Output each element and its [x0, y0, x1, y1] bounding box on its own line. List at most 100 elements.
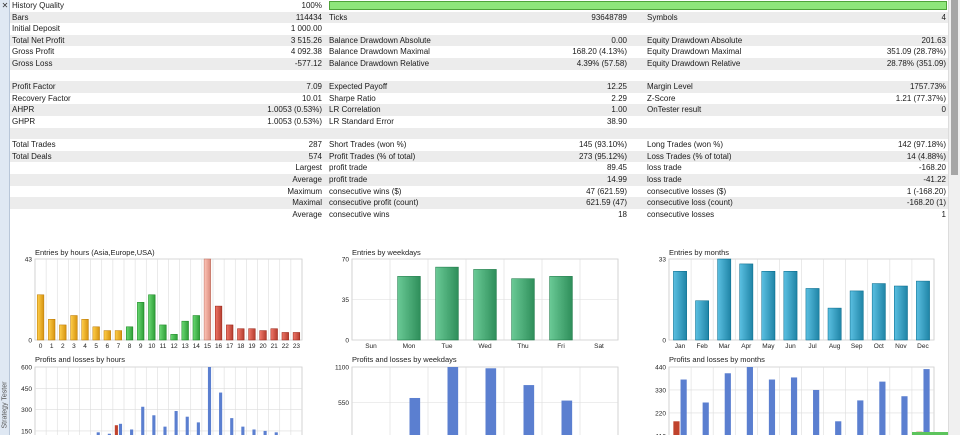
strategy-tester-label: Strategy Tester	[1, 381, 9, 429]
report-row: Total Trades 287 Short Trades (won %) 145 (…	[10, 139, 948, 151]
x-tick-label: Mon	[403, 343, 416, 350]
report-value-2	[480, 70, 627, 82]
x-tick-label: Apr	[741, 343, 752, 350]
loss-bar	[114, 425, 118, 435]
bar-3	[70, 315, 78, 341]
report-value-2: 0.00	[611, 35, 627, 45]
x-tick-label: Dec	[917, 343, 929, 350]
report-value-1: Maximum	[287, 186, 322, 196]
y-tick-label: 1100	[335, 365, 349, 372]
profit-bar	[252, 429, 256, 435]
report-value-2: 1.00	[611, 105, 627, 115]
bar-Feb	[695, 300, 709, 341]
chart-entries-by-weekdays: Entries by weekdays 0 35 70 Sun Mon Tue Wed Thu…	[326, 244, 622, 354]
report-label-1	[12, 209, 162, 221]
profit-bar	[118, 423, 123, 435]
close-icon[interactable]: ✕	[1, 2, 9, 10]
bar-May	[761, 271, 776, 341]
report-row: Maximal consecutive profit (count) 621.59 …	[10, 197, 948, 209]
profit-bar	[174, 411, 178, 435]
chart-profits-losses-by-months: Profits and losses by months 11022033044…	[642, 352, 938, 435]
bar-17	[226, 324, 234, 341]
report-label-3: loss trade	[647, 163, 682, 173]
report-label-3: Symbols	[647, 12, 678, 22]
bar-Tue	[435, 266, 459, 341]
report-row: Recovery Factor 10.01 Sharpe Ratio 2.29 Z-Sc…	[10, 93, 948, 105]
report-label-2: Balance Drawdown Absolute	[329, 35, 431, 45]
x-tick-label: Jun	[785, 343, 796, 350]
report-label-1	[12, 186, 162, 198]
bar-13	[181, 320, 189, 341]
bar-21	[270, 328, 278, 341]
chart-entries-by-hours: Entries by hours (Asia,Europe,USA) 0 43 0 1…	[10, 244, 306, 354]
y-tick-label: 33	[659, 257, 667, 264]
y-tick-label: 43	[25, 257, 33, 264]
chart-svg: 0430 1 2 3 4 5 6 7 8 9 10 11 12 13 14 15 16 17 18 19 20 21 22 2…	[25, 257, 303, 350]
chart-svg: 0 33 Jan Feb Mar Apr May Jun Jul Aug Sep Oct Nov Dec	[659, 257, 935, 350]
chart-profits-losses-by-weekdays: Profits and losses by weekdays 550 1100	[326, 352, 622, 435]
report-label-2: consecutive wins ($)	[329, 186, 402, 196]
scrollbar-thumb[interactable]	[951, 0, 958, 175]
bar-19	[248, 328, 256, 341]
bar-Mon	[397, 276, 421, 341]
bar-Thu	[511, 278, 535, 341]
x-tick-label: Jan	[675, 343, 686, 350]
report-label-2: profit trade	[329, 175, 368, 184]
report-label-3: consecutive losses ($)	[647, 186, 727, 196]
report-value-3: 142 (97.18%)	[897, 140, 946, 150]
report-value-2: 273 (95.12%)	[578, 151, 627, 161]
report-row: Average consecutive wins 18 consecutive los…	[10, 209, 948, 221]
bar-Wed	[473, 269, 497, 341]
report-label-1	[12, 197, 162, 209]
bar-16	[214, 305, 223, 341]
x-tick-label: 2	[61, 343, 65, 350]
profit-bar	[879, 381, 886, 435]
report-value-2: 168.20 (4.13%)	[572, 47, 627, 57]
report-value-2: 18	[618, 209, 627, 219]
report-value-3: 1757.73%	[909, 82, 946, 92]
profit-bar	[196, 422, 200, 435]
left-panel-strip: ✕ Strategy Tester	[0, 0, 10, 435]
bar-9	[137, 302, 145, 341]
report-label-3: loss trade	[647, 175, 682, 184]
strategy-tester-tab[interactable]: Strategy Tester	[0, 372, 10, 432]
report-value-3: 201.63	[921, 35, 946, 45]
label-history-quality: History Quality	[12, 1, 65, 10]
report-value-3: 351.09 (28.78%)	[886, 47, 946, 57]
report-value-2: 2.29	[611, 93, 627, 103]
x-tick-label: 4	[83, 343, 87, 350]
report-value-1: 114434	[295, 12, 322, 22]
report-value-1	[162, 70, 322, 82]
chart-profits-losses-by-hours: Profits and losses by hours 150 300 450 600	[10, 352, 306, 435]
x-tick-label: Sat	[594, 343, 604, 350]
report-row: Bars 114434 Ticks 93648789 Symbols 4	[10, 11, 948, 24]
profit-bar	[768, 379, 776, 435]
report-label-3: Equity Drawdown Absolute	[647, 35, 743, 45]
profit-bar	[790, 377, 798, 435]
y-tick-label: 300	[21, 407, 32, 414]
report-value-2: 38.90	[606, 117, 627, 126]
report-label-1: GHPR	[12, 117, 36, 126]
x-tick-label: Sun	[365, 343, 377, 350]
report-value-2: 14.99	[606, 175, 627, 184]
report-label-3	[647, 128, 817, 140]
report-label-2	[329, 23, 489, 35]
bar-12	[170, 334, 178, 341]
report-label-2	[329, 128, 489, 140]
profit-bar	[130, 429, 134, 435]
bar-22	[281, 332, 289, 341]
x-tick-label: 14	[193, 343, 201, 350]
vertical-scrollbar[interactable]	[948, 0, 960, 435]
report-label-2: Short Trades (won %)	[329, 140, 407, 150]
report-label-2: Balance Drawdown Maximal	[329, 47, 430, 57]
y-tick-label: 0	[662, 338, 666, 345]
x-tick-label: 8	[128, 343, 132, 350]
profit-bar	[746, 367, 753, 435]
bar-Aug	[827, 307, 842, 341]
x-tick-label: 10	[148, 343, 156, 350]
profit-bar	[813, 389, 820, 435]
backtest-report: History Quality 100% Bars 114434 Ticks 9364…	[10, 0, 948, 240]
report-label-2: Expected Payoff	[329, 82, 388, 92]
report-value-1: 1.0053 (0.53%)	[267, 117, 322, 126]
report-value-1	[162, 128, 322, 140]
